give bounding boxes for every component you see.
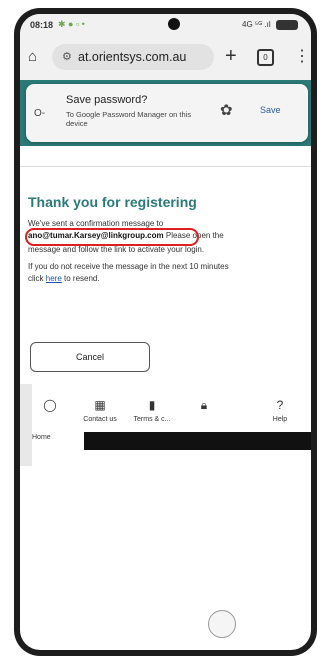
nav-home-label: Home: [32, 434, 51, 441]
resend-suffix: to resend.: [61, 274, 100, 283]
nav-help-label: Help: [272, 416, 288, 423]
phone-screen: 08:18 ✱ ● ▫ • 4G ⁵ᴳ .ıl ⌂ ⚙ at.orientsys…: [20, 14, 311, 650]
address-bar[interactable]: ⚙ at.orientsys.com.au: [52, 44, 214, 70]
nav-home[interactable]: ◯ Home: [26, 398, 74, 441]
nav-contact-label: Contact us: [83, 416, 117, 423]
nav-terms-label: Terms & c...: [133, 416, 171, 423]
contact-icon: ▦: [94, 398, 106, 412]
new-tab-icon[interactable]: +: [225, 45, 237, 68]
resend-info: If you do not receive the message in the…: [28, 262, 229, 271]
nav-contact[interactable]: ▦ Contact us: [76, 398, 124, 423]
lock-icon: 🔒︎: [200, 398, 208, 412]
signal-icon: 4G ⁵ᴳ .ıl: [242, 20, 271, 29]
nav-terms[interactable]: ▮ Terms & c...: [128, 398, 176, 423]
resend-line: click here to resend.: [28, 274, 100, 283]
browser-toolbar: ⌂ ⚙ at.orientsys.com.au + 0 ⋮: [20, 36, 311, 80]
save-password-prompt: O‑ Save password? To Google Password Man…: [26, 84, 308, 142]
save-password-title: Save password?: [66, 94, 148, 106]
highlight-oval: [25, 228, 199, 246]
home-icon[interactable]: ⌂: [28, 49, 44, 65]
tab-switcher-icon[interactable]: 0: [257, 49, 274, 66]
status-time: 08:18: [30, 20, 54, 30]
black-bar: [84, 432, 311, 450]
page-title: Thank you for registering: [28, 194, 197, 210]
document-icon: ▮: [148, 398, 156, 412]
notification-icons: ✱ ● ▫ •: [58, 19, 85, 29]
menu-icon[interactable]: ⋮: [294, 46, 310, 66]
email-row: ano@tumar.Karsey@linkgroup.com Please op…: [25, 228, 224, 246]
status-bar: 08:18 ✱ ● ▫ • 4G ⁵ᴳ .ıl: [20, 14, 311, 36]
divider: [20, 166, 311, 167]
battery-icon: [276, 20, 298, 30]
front-camera: [168, 18, 180, 30]
home-nav-icon: ◯: [43, 398, 57, 412]
resend-prefix: click: [28, 274, 46, 283]
url-text: at.orientsys.com.au: [78, 50, 187, 64]
key-icon: O‑: [34, 108, 46, 119]
activate-text: message and follow the link to activate …: [28, 245, 205, 254]
nav-help[interactable]: ? Help: [256, 398, 304, 423]
home-gesture-button[interactable]: [208, 610, 236, 638]
save-button[interactable]: Save: [252, 102, 289, 118]
save-password-subtitle: To Google Password Manager on this devic…: [66, 110, 192, 128]
resend-link[interactable]: here: [46, 274, 62, 283]
main-content: Thank you for registering We've sent a c…: [25, 194, 308, 283]
cancel-button[interactable]: Cancel: [30, 342, 150, 372]
help-icon: ?: [276, 398, 284, 412]
confirmation-text: We've sent a confirmation message to: [28, 219, 164, 228]
gear-icon[interactable]: ✿: [220, 101, 233, 119]
site-info-icon[interactable]: ⚙: [62, 50, 72, 63]
nav-lock[interactable]: 🔒︎: [180, 398, 228, 417]
